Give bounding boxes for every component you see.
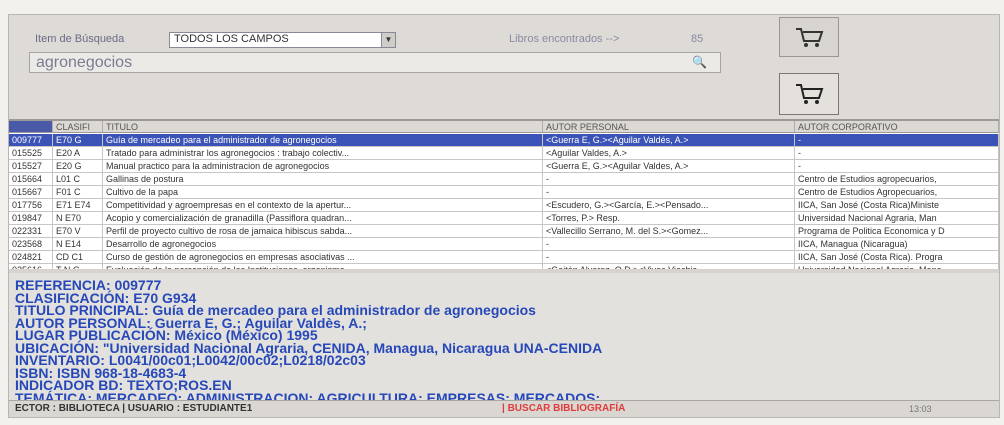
table-row[interactable]: 015664 L01 C Gallinas de postura - Centro de…: [9, 173, 999, 186]
search-query: agronegocios: [36, 54, 133, 71]
column-header-clasifi[interactable]: CLASIFI: [53, 121, 103, 133]
chevron-down-icon[interactable]: ▼: [381, 33, 395, 47]
table-cell: 015664: [9, 173, 53, 185]
status-user: ECTOR : BIBLIOTECA | USUARIO : ESTUDIANT…: [15, 403, 253, 414]
table-cell: 015667: [9, 186, 53, 198]
status-module: | BUSCAR BIBLIOGRAFÍA: [502, 403, 626, 414]
table-cell: <Escudero, G.><García, E.><Pensado...: [543, 199, 795, 211]
table-cell: Manual practico para la administracion d…: [103, 160, 543, 172]
table-row[interactable]: 017756 E71 E74 Competitividad y agroempres…: [9, 199, 999, 212]
record-details: REFERENCIA: 009777 CLASIFICACIÓN: E70 G93…: [9, 273, 999, 406]
binoculars-icon[interactable]: 🔍: [692, 55, 707, 69]
table-row[interactable]: 015525 E20 A Tratado para administrar los …: [9, 147, 999, 160]
table-cell: T N C: [53, 264, 103, 269]
table-cell: <Vallecillo Serrano, M. del S.><Gomez...: [543, 225, 795, 237]
table-cell: Centro de Estudios agropecuarios,: [795, 173, 999, 185]
table-row[interactable]: 009777 E70 G Guía de mercadeo para el admi…: [9, 134, 999, 147]
table-cell: IICA, San José (Costa Rica)Ministe: [795, 199, 999, 211]
cart-add-button[interactable]: [779, 73, 839, 115]
table-cell: Universidad Nacional Agraria, Mana: [795, 264, 999, 269]
table-cell: F01 C: [53, 186, 103, 198]
table-cell: <Guerra E, G.><Aguilar Valdés, A.>: [543, 134, 795, 146]
table-cell: 015527: [9, 160, 53, 172]
table-cell: 023568: [9, 238, 53, 250]
table-cell: -: [795, 160, 999, 172]
table-cell: E20 G: [53, 160, 103, 172]
table-cell: -: [795, 134, 999, 146]
table-cell: Guía de mercadeo para el administrador d…: [103, 134, 543, 146]
books-found-count: 85: [691, 33, 704, 45]
table-cell: 022331: [9, 225, 53, 237]
table-cell: -: [543, 251, 795, 263]
table-cell: Universidad Nacional Agraria, Man: [795, 212, 999, 224]
table-cell: Curso de gestión de agronegocios en empr…: [103, 251, 543, 263]
column-header-autor-personal[interactable]: AUTOR PERSONAL: [543, 121, 795, 133]
search-field-select[interactable]: TODOS LOS CAMPOS ▼: [169, 32, 396, 48]
table-cell: N E14: [53, 238, 103, 250]
table-cell: <Guerra E, G.><Aguilar Valdes, A.>: [543, 160, 795, 172]
table-cell: 017756: [9, 199, 53, 211]
table-row[interactable]: 022331 E70 V Perfil de proyecto cultivo de…: [9, 225, 999, 238]
table-row[interactable]: 015667 F01 C Cultivo de la papa - Centro de …: [9, 186, 999, 199]
table-cell: E70 G: [53, 134, 103, 146]
table-cell: Desarrollo de agronegocios: [103, 238, 543, 250]
table-row[interactable]: 015527 E20 G Manual practico para la admin…: [9, 160, 999, 173]
cart-icon: [796, 28, 824, 47]
search-panel: Item de Búsqueda TODOS LOS CAMPOS ▼ Libr…: [9, 15, 999, 121]
results-table: CLASIFI TITULO AUTOR PERSONAL AUTOR CORP…: [9, 121, 999, 269]
column-header-autor-corporativo[interactable]: AUTOR CORPORATIVO: [795, 121, 999, 133]
table-cell: Tratado para administrar los agronegocio…: [103, 147, 543, 159]
table-cell: E71 E74: [53, 199, 103, 211]
table-cell: <Gaitán Alvarez, O.D.><Vivas Viachic...: [543, 264, 795, 269]
table-cell: 024821: [9, 251, 53, 263]
column-header-ref[interactable]: [9, 121, 53, 133]
table-cell: Acopio y comercialización de granadilla …: [103, 212, 543, 224]
table-cell: -: [543, 238, 795, 250]
table-cell: IICA, San José (Costa Rica). Progra: [795, 251, 999, 263]
table-cell: E70 V: [53, 225, 103, 237]
cart-icon: [796, 84, 824, 104]
table-cell: L01 C: [53, 173, 103, 185]
status-bar: ECTOR : BIBLIOTECA | USUARIO : ESTUDIANT…: [9, 400, 999, 417]
table-cell: Gallinas de postura: [103, 173, 543, 185]
clock: 13:03: [909, 404, 932, 414]
table-cell: Programa de Politica Economica y D: [795, 225, 999, 237]
table-cell: -: [795, 147, 999, 159]
books-found-label: Libros encontrados -->: [509, 33, 620, 45]
table-row[interactable]: 023568 N E14 Desarrollo de agronegocios - II…: [9, 238, 999, 251]
table-cell: IICA, Managua (Nicaragua): [795, 238, 999, 250]
table-cell: 019847: [9, 212, 53, 224]
table-row[interactable]: 025616T N CEvaluación de la percepción d…: [9, 264, 999, 269]
table-cell: Perfil de proyecto cultivo de rosa de ja…: [103, 225, 543, 237]
table-cell: <Aguilar Valdes, A.>: [543, 147, 795, 159]
table-cell: Cultivo de la papa: [103, 186, 543, 198]
table-cell: Evaluación de la percepción de las Insti…: [103, 264, 543, 269]
table-cell: CD C1: [53, 251, 103, 263]
table-cell: 015525: [9, 147, 53, 159]
table-cell: -: [543, 186, 795, 198]
table-cell: N E70: [53, 212, 103, 224]
column-header-titulo[interactable]: TITULO: [103, 121, 543, 133]
table-row[interactable]: 019847 N E70 Acopio y comercialización de …: [9, 212, 999, 225]
table-cell: <Torres, P.> Resp.: [543, 212, 795, 224]
library-search-window: Item de Búsqueda TODOS LOS CAMPOS ▼ Libr…: [8, 14, 1000, 418]
search-field-label: Item de Búsqueda: [35, 33, 125, 45]
cart-button[interactable]: [779, 17, 839, 57]
search-input[interactable]: agronegocios: [29, 52, 721, 73]
table-row[interactable]: 024821 CD C1 Curso de gestión de agronegoc…: [9, 251, 999, 264]
table-cell: 025616: [9, 264, 53, 269]
table-cell: Centro de Estudios Agropecuarios,: [795, 186, 999, 198]
table-cell: E20 A: [53, 147, 103, 159]
search-field-value: TODOS LOS CAMPOS: [174, 33, 289, 45]
table-cell: -: [543, 173, 795, 185]
table-cell: 009777: [9, 134, 53, 146]
table-cell: Competitividad y agroempresas en el cont…: [103, 199, 543, 211]
